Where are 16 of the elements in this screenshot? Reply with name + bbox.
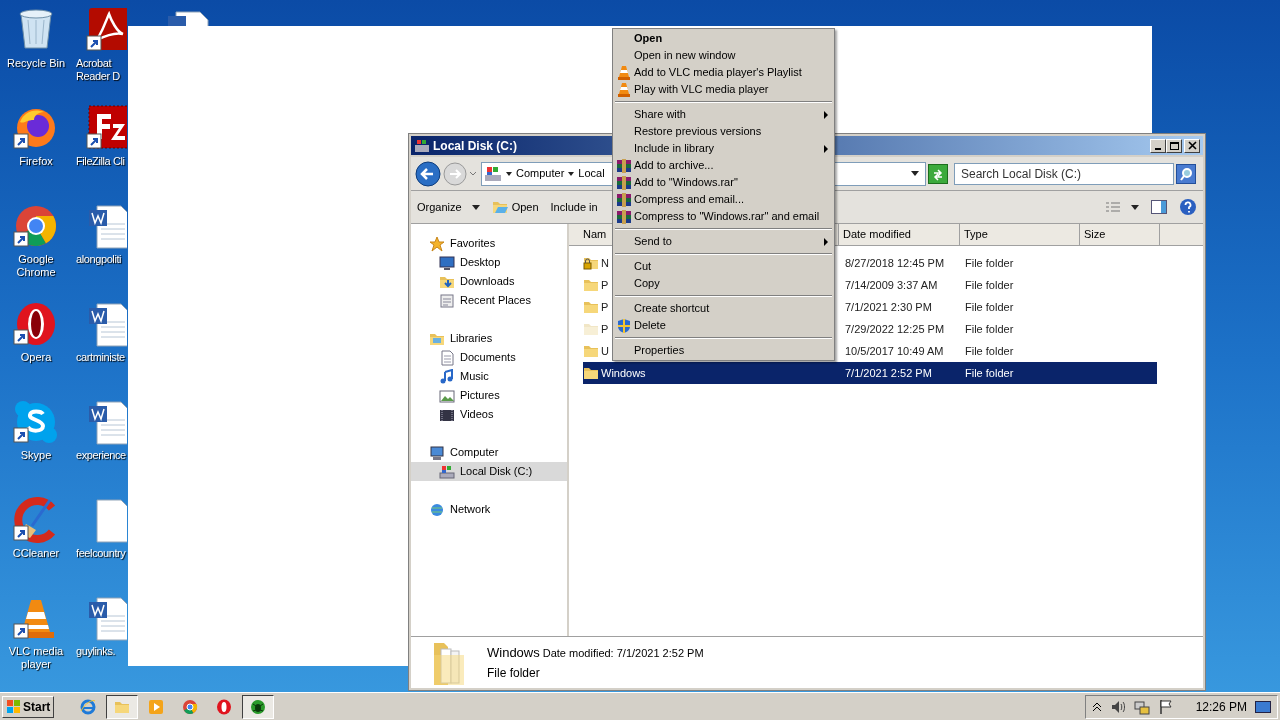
type-cell-text: File folder [964,255,1015,271]
type-cell-text: File folder [964,277,1015,293]
date-cell-text: 10/5/2017 10:49 AM [844,343,945,359]
date-cell-text: 7/14/2009 3:37 AM [844,277,939,293]
date-cell-text: 8/27/2018 12:45 PM [844,255,946,271]
date-cell-text: 7/29/2022 12:25 PM [844,321,946,337]
type-cell-text: File folder [964,321,1015,337]
type-cell-text: File folder [964,343,1015,359]
date-cell-text: 7/1/2021 2:30 PM [844,299,933,315]
type-cell-text: File folder [964,299,1015,315]
window-title: Local Disk (C:) [433,137,517,155]
date-cell-text: 7/1/2021 2:52 PM [844,365,933,381]
type-cell-text: File folder [964,365,1015,381]
details-name: Windows [487,643,540,662]
details-modified: Date modified: 7/1/2021 2:52 PM [542,645,704,661]
details-type: File folder [487,665,541,683]
